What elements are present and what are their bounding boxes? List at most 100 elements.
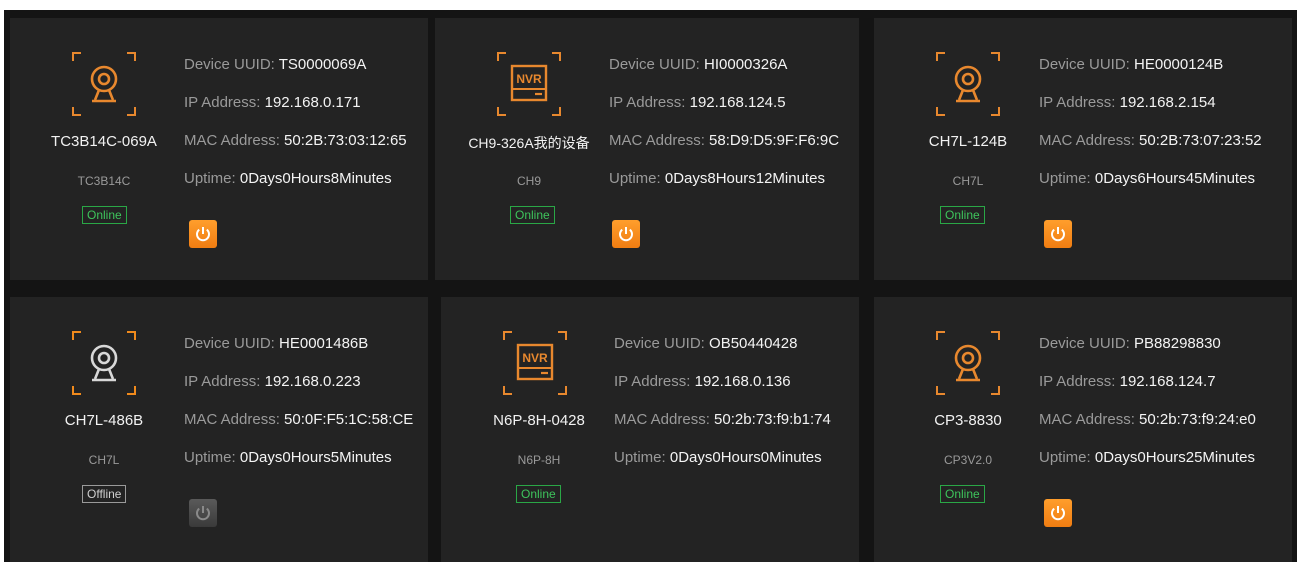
uptime-row: Uptime: 0Days6Hours45Minutes xyxy=(1039,170,1255,187)
uptime: 0Days0Hours8Minutes xyxy=(239,170,392,187)
status-badge: Online xyxy=(82,206,127,224)
uuid-row: Device UUID: TS0000069A xyxy=(184,56,367,73)
uptime-row: Uptime: 0Days0Hours0Minutes xyxy=(614,449,822,466)
device-info: Device UUID: HE0001486B IP Address: 192.… xyxy=(184,335,413,487)
mac-address: 58:D9:D5:9F:F6:9C xyxy=(709,132,840,149)
device-icon-frame: NVR xyxy=(497,52,561,116)
mac-row: MAC Address: 50:2b:73:f9:24:e0 xyxy=(1039,411,1256,428)
ip-row: IP Address: 192.168.0.136 xyxy=(614,373,791,390)
power-button[interactable] xyxy=(189,499,217,527)
device-info: Device UUID: HI0000326A IP Address: 192.… xyxy=(609,56,839,208)
device-info: Device UUID: OB50440428 IP Address: 192.… xyxy=(614,335,831,487)
device-icon-frame xyxy=(936,331,1000,395)
device-name: CH7L-486B xyxy=(64,412,144,429)
device-info: Device UUID: TS0000069A IP Address: 192.… xyxy=(184,56,407,208)
power-button[interactable] xyxy=(612,220,640,248)
mac-row: MAC Address: 50:2B:73:03:12:65 xyxy=(184,132,407,149)
device-model: CP3V2.0 xyxy=(943,453,993,467)
power-icon xyxy=(1051,506,1065,521)
device-name: TC3B14C-069A xyxy=(51,133,157,150)
device-card[interactable]: CH7L-486B CH7L Offline Device UUID: HE00… xyxy=(10,297,428,562)
device-name: CH9-326A我的设备 xyxy=(468,135,590,151)
device-icon-frame: NVR xyxy=(503,331,567,395)
nvr-icon: NVR xyxy=(511,339,559,387)
power-button[interactable] xyxy=(189,220,217,248)
ip-address: 192.168.124.5 xyxy=(689,94,786,111)
ip-address: 192.168.0.171 xyxy=(264,94,361,111)
power-icon xyxy=(1051,227,1065,242)
mac-address: 50:2b:73:f9:24:e0 xyxy=(1139,411,1256,428)
uuid-row: Device UUID: HE0001486B xyxy=(184,335,369,352)
device-card[interactable]: NVR CH9-326A我的设备 CH9 Online Device UUID:… xyxy=(435,18,859,280)
status-badge: Offline xyxy=(82,485,127,503)
device-uuid: HE0000124B xyxy=(1134,56,1224,73)
device-model: N6P-8H xyxy=(517,453,561,467)
power-icon xyxy=(619,227,633,242)
uptime-row: Uptime: 0Days0Hours8Minutes xyxy=(184,170,392,187)
camera-icon xyxy=(80,60,128,108)
mac-address: 50:2b:73:f9:b1:74 xyxy=(714,411,831,428)
ip-address: 192.168.0.223 xyxy=(264,373,361,390)
device-card[interactable]: NVR N6P-8H-0428 N6P-8H Online Device UUI… xyxy=(441,297,859,562)
uptime-row: Uptime: 0Days8Hours12Minutes xyxy=(609,170,825,187)
ip-row: IP Address: 192.168.2.154 xyxy=(1039,94,1216,111)
svg-text:NVR: NVR xyxy=(516,72,542,86)
device-info: Device UUID: PB88298830 IP Address: 192.… xyxy=(1039,335,1256,487)
mac-address: 50:2B:73:03:12:65 xyxy=(284,132,407,149)
device-uuid: HE0001486B xyxy=(279,335,369,352)
camera-icon xyxy=(944,339,992,387)
uuid-row: Device UUID: PB88298830 xyxy=(1039,335,1221,352)
device-grid: TC3B14C-069A TC3B14C Online Device UUID:… xyxy=(4,10,1297,562)
mac-address: 50:0F:F5:1C:58:CE xyxy=(284,411,414,428)
uptime-row: Uptime: 0Days0Hours25Minutes xyxy=(1039,449,1255,466)
device-card[interactable]: CH7L-124B CH7L Online Device UUID: HE000… xyxy=(874,18,1292,280)
status-badge: Online xyxy=(940,206,985,224)
ip-row: IP Address: 192.168.0.171 xyxy=(184,94,361,111)
device-icon-frame xyxy=(936,52,1000,116)
device-model: CH7L xyxy=(952,174,984,188)
uptime-row: Uptime: 0Days0Hours5Minutes xyxy=(184,449,392,466)
ip-address: 192.168.0.136 xyxy=(694,373,791,390)
device-model: TC3B14C xyxy=(77,174,131,188)
ip-address: 192.168.2.154 xyxy=(1119,94,1216,111)
device-icon-frame xyxy=(72,331,136,395)
uptime: 0Days0Hours5Minutes xyxy=(239,449,392,466)
power-button[interactable] xyxy=(1044,220,1072,248)
power-icon xyxy=(196,227,210,242)
mac-row: MAC Address: 50:2b:73:f9:b1:74 xyxy=(614,411,831,428)
ip-address: 192.168.124.7 xyxy=(1119,373,1216,390)
device-uuid: HI0000326A xyxy=(704,56,788,73)
mac-row: MAC Address: 58:D9:D5:9F:F6:9C xyxy=(609,132,840,149)
uptime: 0Days8Hours12Minutes xyxy=(664,170,825,187)
status-badge: Online xyxy=(516,485,561,503)
power-button[interactable] xyxy=(1044,499,1072,527)
device-card[interactable]: TC3B14C-069A TC3B14C Online Device UUID:… xyxy=(10,18,428,280)
device-name: CH7L-124B xyxy=(928,133,1008,150)
status-badge: Online xyxy=(510,206,555,224)
device-name: CP3-8830 xyxy=(934,412,1002,429)
uuid-row: Device UUID: HI0000326A xyxy=(609,56,788,73)
device-card[interactable]: CP3-8830 CP3V2.0 Online Device UUID: PB8… xyxy=(874,297,1292,562)
camera-icon xyxy=(944,60,992,108)
uptime: 0Days0Hours0Minutes xyxy=(669,449,822,466)
device-uuid: TS0000069A xyxy=(278,56,367,73)
uuid-row: Device UUID: OB50440428 xyxy=(614,335,798,352)
uptime: 0Days6Hours45Minutes xyxy=(1094,170,1255,187)
ip-row: IP Address: 192.168.124.7 xyxy=(1039,373,1216,390)
uuid-row: Device UUID: HE0000124B xyxy=(1039,56,1224,73)
power-icon xyxy=(196,506,210,521)
mac-row: MAC Address: 50:2B:73:07:23:52 xyxy=(1039,132,1262,149)
ip-row: IP Address: 192.168.124.5 xyxy=(609,94,786,111)
device-uuid: PB88298830 xyxy=(1134,335,1221,352)
mac-row: MAC Address: 50:0F:F5:1C:58:CE xyxy=(184,411,414,428)
mac-address: 50:2B:73:07:23:52 xyxy=(1139,132,1262,149)
device-model: CH9 xyxy=(516,174,541,188)
device-info: Device UUID: HE0000124B IP Address: 192.… xyxy=(1039,56,1262,208)
device-name: N6P-8H-0428 xyxy=(493,412,585,429)
nvr-icon: NVR xyxy=(505,60,553,108)
camera-icon xyxy=(80,339,128,387)
svg-text:NVR: NVR xyxy=(522,351,548,365)
device-model: CH7L xyxy=(88,453,120,467)
uptime: 0Days0Hours25Minutes xyxy=(1094,449,1255,466)
device-icon-frame xyxy=(72,52,136,116)
